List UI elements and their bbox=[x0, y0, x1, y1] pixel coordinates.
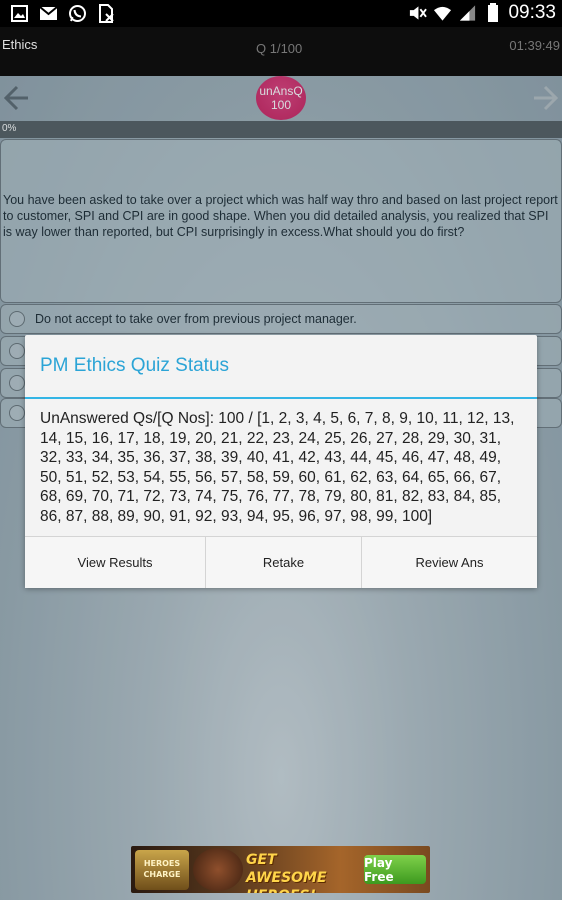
mute-icon bbox=[408, 4, 428, 23]
file-blocked-icon bbox=[97, 4, 116, 23]
battery-icon bbox=[483, 3, 502, 23]
quiz-status-dialog: PM Ethics Quiz Status UnAnswered Qs/[Q N… bbox=[25, 335, 537, 588]
quiz-timer: 01:39:49 bbox=[509, 38, 560, 53]
ad-banner[interactable]: HEROES CHARGE GET AWESOME HEROES! Play F… bbox=[131, 846, 430, 893]
retake-button[interactable]: Retake bbox=[206, 537, 362, 588]
signal-icon bbox=[458, 4, 477, 23]
ad-play-button[interactable]: Play Free bbox=[364, 855, 426, 884]
dialog-divider bbox=[25, 397, 537, 399]
app-toolbar: Ethics Q 1/100 01:39:49 bbox=[0, 27, 562, 76]
dialog-title: PM Ethics Quiz Status bbox=[40, 355, 230, 376]
whatsapp-icon bbox=[68, 4, 87, 23]
ad-logo: HEROES CHARGE bbox=[135, 850, 189, 890]
ad-character-image bbox=[193, 848, 243, 891]
clock: 09:33 bbox=[508, 2, 556, 23]
wifi-icon bbox=[433, 4, 452, 23]
gmail-icon bbox=[39, 4, 58, 23]
review-answers-button[interactable]: Review Ans bbox=[362, 537, 537, 588]
quiz-title: Ethics bbox=[2, 37, 38, 52]
view-results-button[interactable]: View Results bbox=[25, 537, 206, 588]
dialog-button-bar: View Results Retake Review Ans bbox=[25, 536, 537, 588]
question-counter: Q 1/100 bbox=[256, 41, 303, 56]
dialog-message: UnAnswered Qs/[Q Nos]: 100 / [1, 2, 3, 4… bbox=[40, 410, 515, 525]
ad-headline: GET AWESOME HEROES! bbox=[246, 852, 327, 893]
status-bar: 09:33 bbox=[0, 0, 562, 27]
gallery-icon bbox=[10, 4, 29, 23]
